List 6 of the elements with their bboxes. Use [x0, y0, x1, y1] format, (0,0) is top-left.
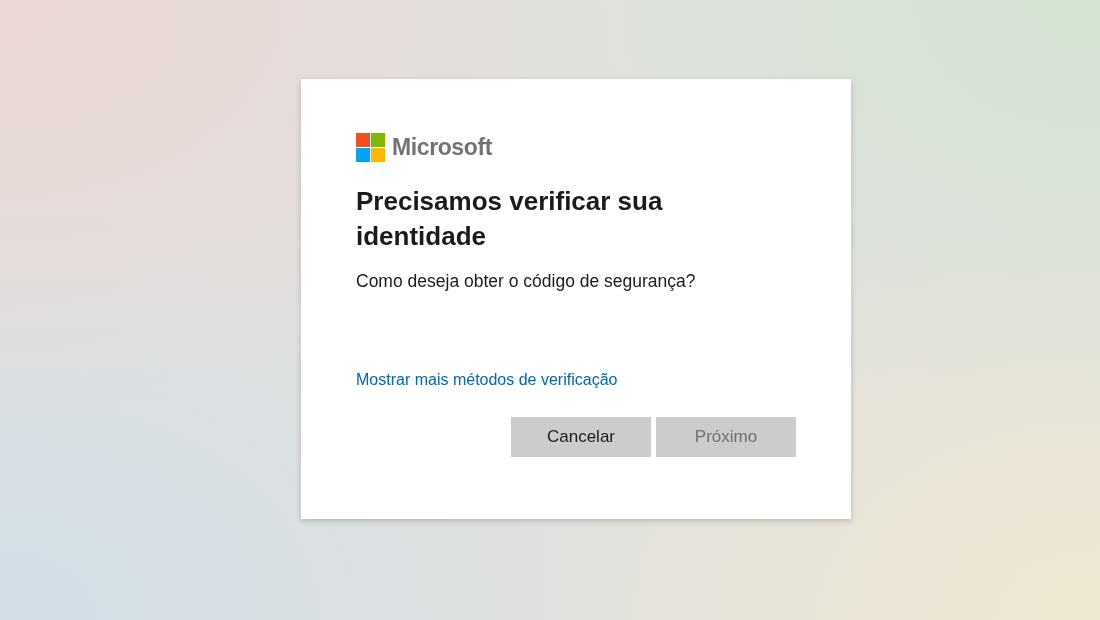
more-methods-link[interactable]: Mostrar mais métodos de verificação [356, 369, 618, 391]
dialog-title: Precisamos verificar sua identidade [356, 185, 664, 253]
logo-wordmark: Microsoft [392, 133, 492, 162]
cancel-button[interactable]: Cancelar [511, 417, 651, 457]
logo-icon [356, 133, 385, 162]
prompt-text: Como deseja obter o código de segurança? [356, 270, 697, 293]
